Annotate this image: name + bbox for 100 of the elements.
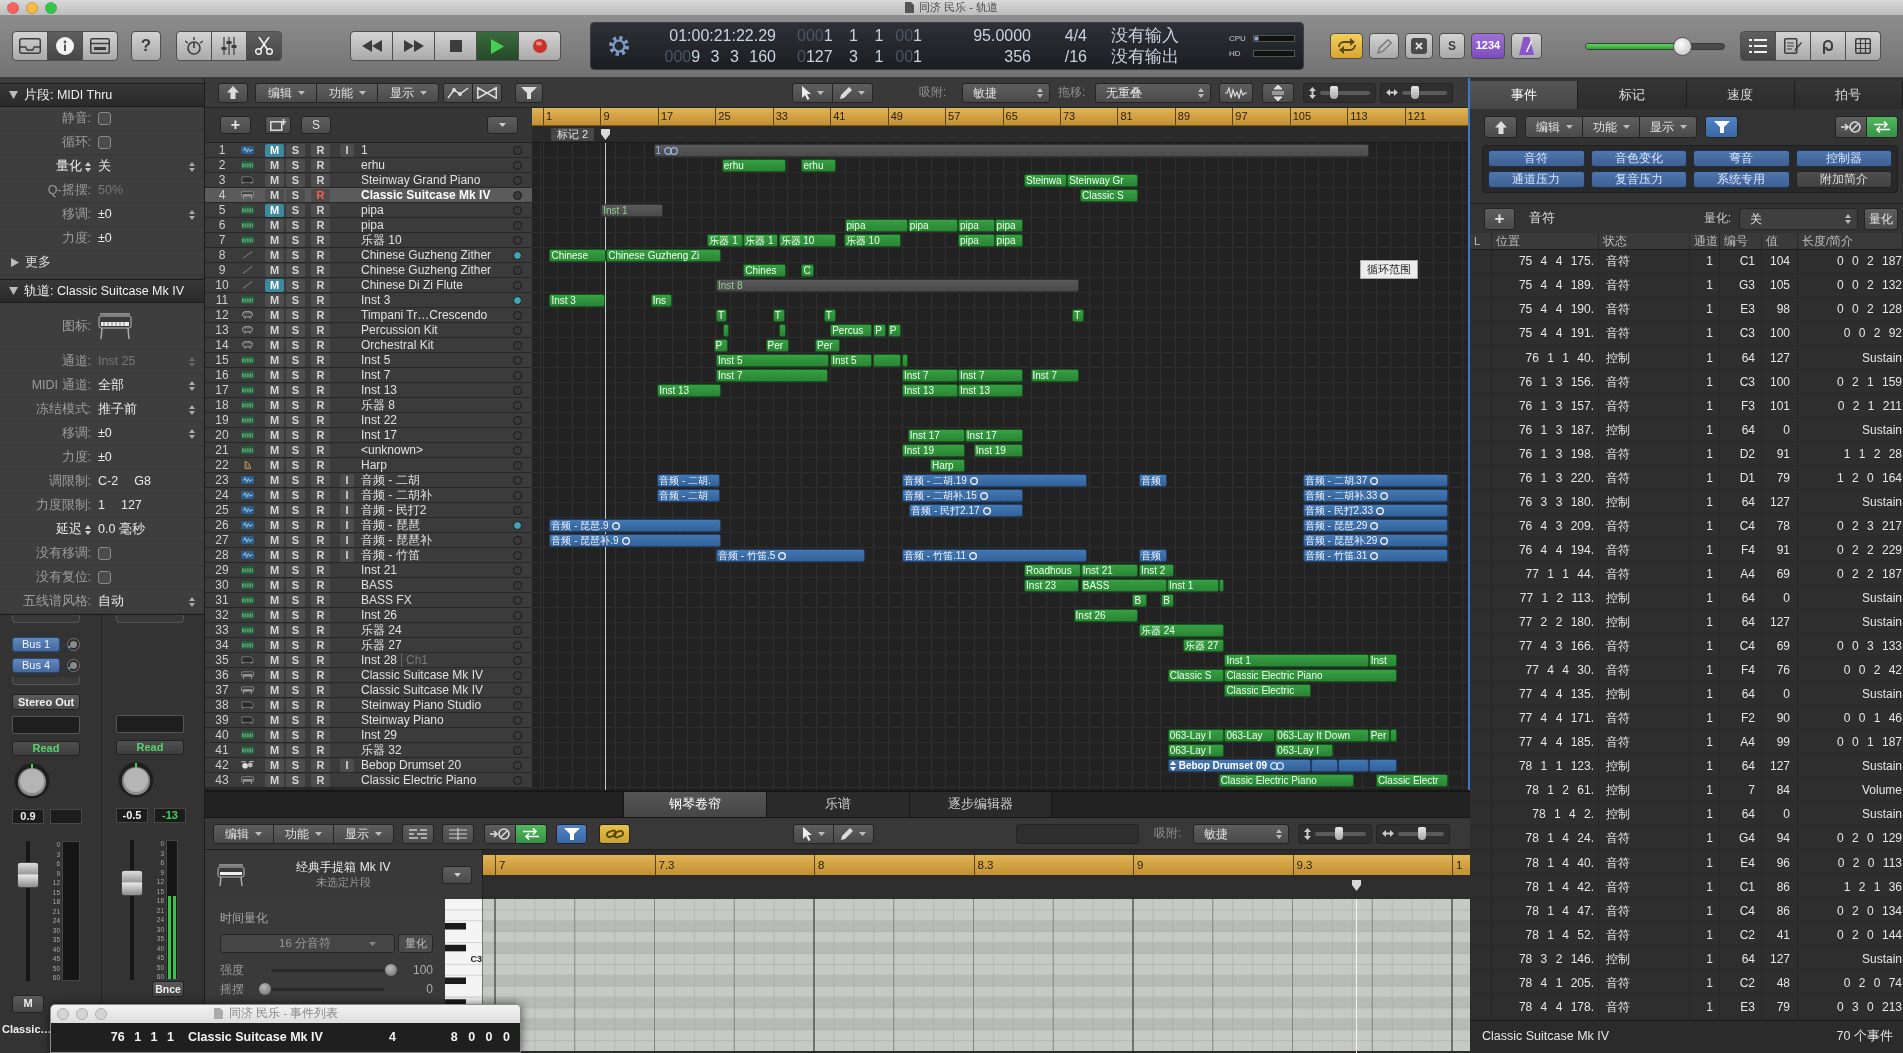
- midi-region[interactable]: Inst 19: [902, 444, 965, 457]
- mute-button[interactable]: M: [265, 443, 284, 457]
- disclosure-icon[interactable]: [9, 91, 18, 99]
- tab[interactable]: 拍号: [1794, 81, 1903, 109]
- solo-button[interactable]: S: [286, 578, 305, 592]
- record-button[interactable]: R: [311, 383, 330, 397]
- field-value[interactable]: 全部: [98, 378, 124, 393]
- fader-cap[interactable]: [17, 861, 39, 888]
- record-button[interactable]: R: [311, 293, 330, 307]
- drummer-region[interactable]: [1337, 759, 1369, 772]
- midi-region[interactable]: 063-Lay It Down: [1275, 729, 1369, 742]
- drag-dropdown[interactable]: 无重叠: [1095, 82, 1211, 103]
- mute-button[interactable]: M: [12, 995, 44, 1013]
- checkbox[interactable]: [98, 571, 111, 584]
- dropdown-button[interactable]: [442, 865, 472, 884]
- midi-region[interactable]: Classic Electric Piano: [1218, 774, 1355, 787]
- mute-button[interactable]: M: [265, 203, 284, 217]
- audio-region[interactable]: 音频 - 琵琶.9: [549, 519, 722, 532]
- midi-region[interactable]: Chines: [743, 264, 786, 277]
- midi-region[interactable]: Inst 23: [1024, 579, 1080, 592]
- audio-region[interactable]: 音频 - 二胡补.15: [902, 489, 1023, 502]
- pan-knob[interactable]: [118, 762, 154, 798]
- stepper-icon[interactable]: [189, 380, 195, 391]
- track-header[interactable]: 28 M S R I 音频 - 竹笛: [205, 548, 532, 563]
- solo-button[interactable]: S: [286, 668, 305, 682]
- add-button[interactable]: +: [1484, 207, 1515, 230]
- filter-button[interactable]: [556, 823, 587, 844]
- midi-region[interactable]: [902, 354, 908, 367]
- quantize-button[interactable]: 量化: [1864, 207, 1898, 230]
- track-header[interactable]: 41 M S R 乐器 32: [205, 743, 532, 758]
- midi-region[interactable]: Inst 17: [907, 429, 965, 442]
- solo-button[interactable]: S: [286, 503, 305, 517]
- rewind-button[interactable]: [350, 31, 393, 61]
- solo-button[interactable]: S: [286, 188, 305, 202]
- filter-button[interactable]: 系统专用: [1693, 171, 1790, 188]
- track-header[interactable]: 22 M S R Harp: [205, 458, 532, 473]
- midi-region[interactable]: Inst 1: [1224, 654, 1369, 667]
- browser-button[interactable]: [1845, 31, 1881, 61]
- up-button[interactable]: [1484, 116, 1517, 138]
- automation-button[interactable]: Read: [116, 740, 184, 755]
- midi-region[interactable]: Inst 21: [1080, 564, 1139, 577]
- track-header[interactable]: 11 M S R Inst 3: [205, 293, 532, 308]
- solo-button[interactable]: S: [286, 563, 305, 577]
- midi-region[interactable]: 乐器 1: [743, 234, 779, 247]
- mute-button[interactable]: M: [265, 713, 284, 727]
- solo-button[interactable]: S: [286, 143, 305, 157]
- midi-region[interactable]: Inst 17: [964, 429, 1023, 442]
- mute-button[interactable]: M: [265, 578, 284, 592]
- solo-button[interactable]: S: [286, 518, 305, 532]
- library-button[interactable]: [12, 31, 48, 61]
- mute-button[interactable]: M: [265, 758, 284, 772]
- record-button[interactable]: R: [311, 173, 330, 187]
- input-monitor-button[interactable]: I: [340, 473, 354, 487]
- dropdown-button[interactable]: [487, 116, 518, 134]
- toolbar-button[interactable]: [82, 31, 118, 61]
- mute-button[interactable]: M: [265, 773, 284, 787]
- midi-region[interactable]: [778, 324, 786, 337]
- solo-button[interactable]: S: [286, 743, 305, 757]
- track-header[interactable]: 26 M S R I 音频 - 琵琶: [205, 518, 532, 533]
- solo-button[interactable]: S: [286, 203, 305, 217]
- solo-button[interactable]: S: [286, 383, 305, 397]
- midi-region[interactable]: pipa: [958, 219, 995, 232]
- record-button[interactable]: R: [311, 563, 330, 577]
- track-header[interactable]: 14 M S R Orchestral Kit: [205, 338, 532, 353]
- track-header[interactable]: 15 M S R Inst 5: [205, 353, 532, 368]
- list-editors-button[interactable]: [1740, 31, 1776, 61]
- solo-button[interactable]: S: [286, 488, 305, 502]
- slider-thumb[interactable]: [1334, 826, 1343, 840]
- mute-button[interactable]: M: [265, 548, 284, 562]
- mute-button[interactable]: M: [265, 173, 284, 187]
- audio-region[interactable]: 音频 - 琵琶补.29: [1302, 534, 1448, 547]
- audio-region[interactable]: 音频 - 竹笛.11: [902, 549, 1088, 562]
- audio-region[interactable]: 音频 - 二胡.37: [1302, 474, 1448, 487]
- mute-button[interactable]: M: [265, 623, 284, 637]
- forward-button[interactable]: [392, 31, 435, 61]
- solo-button[interactable]: S: [286, 158, 305, 172]
- input-monitor-button[interactable]: I: [340, 518, 354, 532]
- solo-button[interactable]: S: [286, 263, 305, 277]
- midi-region[interactable]: Percus: [830, 324, 872, 337]
- midi-region[interactable]: Inst 8: [716, 279, 1080, 292]
- midi-region[interactable]: Inst 13: [958, 384, 1023, 397]
- track-header[interactable]: 21 M S R <unknown>: [205, 443, 532, 458]
- menu-button[interactable]: 显示: [1639, 116, 1697, 138]
- fader-cap[interactable]: [121, 870, 143, 897]
- solo-button[interactable]: S: [286, 773, 305, 787]
- stepper-icon[interactable]: [85, 524, 91, 535]
- mute-button[interactable]: M: [265, 398, 284, 412]
- solo-button[interactable]: S: [286, 638, 305, 652]
- mute-button[interactable]: M: [265, 278, 284, 292]
- solo-button[interactable]: S: [286, 338, 305, 352]
- track-header[interactable]: 23 M S R I 音频 - 二胡: [205, 473, 532, 488]
- solo-button[interactable]: S: [286, 548, 305, 562]
- record-button[interactable]: R: [311, 278, 330, 292]
- send-button[interactable]: Bus 4: [12, 658, 60, 673]
- midi-region[interactable]: 乐器 10: [778, 234, 836, 247]
- record-button[interactable]: R: [311, 473, 330, 487]
- record-button[interactable]: R: [311, 338, 330, 352]
- output-button[interactable]: Stereo Out: [12, 694, 80, 710]
- midi-region[interactable]: 063-Lay I: [1275, 744, 1333, 757]
- mute-button[interactable]: M: [265, 368, 284, 382]
